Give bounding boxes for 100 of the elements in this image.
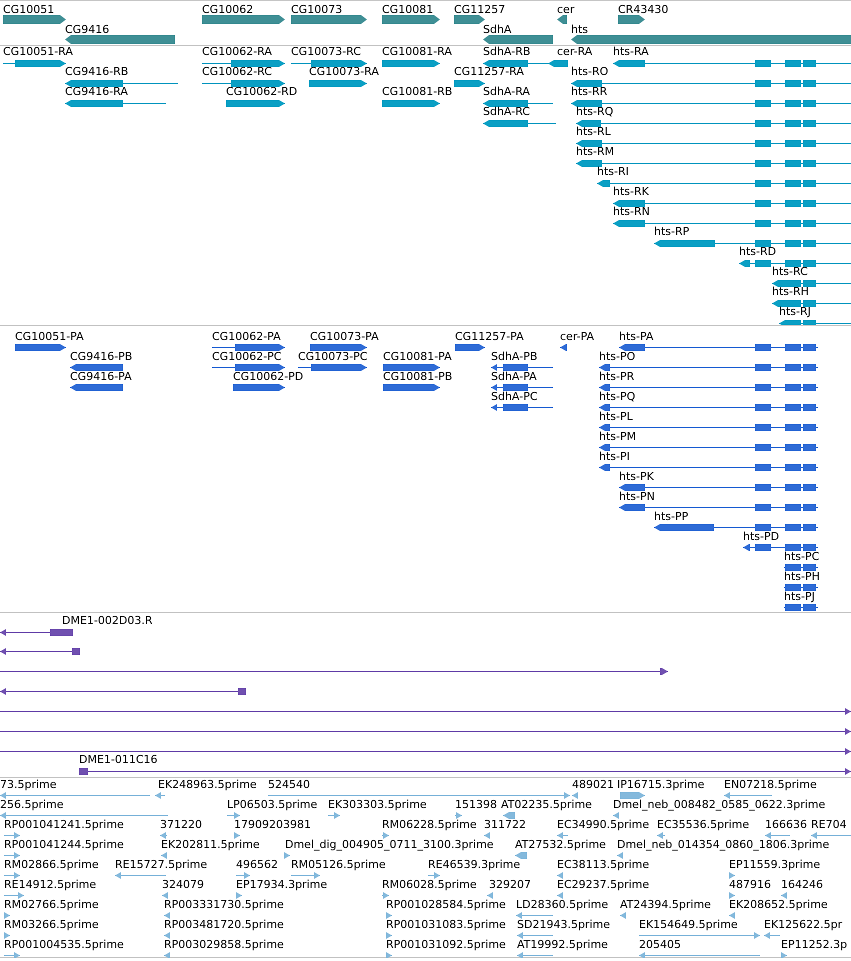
- feature-label: RP001041241.5prime: [4, 819, 124, 830]
- feature-label: Dmel_neb_014354_0860_1806.3prime: [617, 839, 830, 850]
- feature-label: IP16715.3prime: [617, 779, 704, 790]
- feature-label: EK208652.5prime: [729, 899, 828, 910]
- feature-label: CG10062-RD: [226, 86, 298, 97]
- feature-label: hts-PI: [599, 451, 630, 462]
- feature-label: hts-RA: [613, 46, 649, 57]
- feature-label: 17909203981: [234, 819, 311, 830]
- feature-label: CG10062-RA: [202, 46, 272, 57]
- feature-label: RM03266.5prime: [4, 919, 99, 930]
- feature-label: hts-PD: [743, 531, 780, 542]
- feature-label: EP17934.3prime: [236, 879, 328, 890]
- feature-label: hts-PP: [654, 511, 688, 522]
- feature-label: CG10062: [202, 4, 254, 15]
- feature-label: 489021: [572, 779, 614, 790]
- feature-label: CG10062-RC: [202, 66, 272, 77]
- feature-label: cer-PA: [560, 331, 594, 342]
- feature-label: 311722: [484, 819, 526, 830]
- feature-label: CG10073-PC: [298, 351, 368, 362]
- feature-label: EK154649.5prime: [639, 919, 738, 930]
- feature-label: SdhA-RC: [483, 106, 530, 117]
- feature-label: hts-PK: [619, 471, 654, 482]
- feature-label: 371220: [160, 819, 202, 830]
- feature-label: CG10051-RA: [3, 46, 73, 57]
- feature-label: CG11257-RA: [454, 66, 524, 77]
- feature-label: RP003331730.5prime: [164, 899, 284, 910]
- feature-label: 166636: [765, 819, 807, 830]
- feature-label: CG10062-PC: [212, 351, 282, 362]
- feature-label: SdhA-PA: [491, 371, 537, 382]
- feature-label: CG10051: [3, 4, 54, 15]
- feature-label: SD21943.5prime: [517, 919, 610, 930]
- feature-label: AT27532.5prime: [515, 839, 606, 850]
- feature-label: SdhA-RA: [483, 86, 530, 97]
- feature-label: CG10073-RC: [291, 46, 361, 57]
- feature-label: CG10062-PA: [212, 331, 281, 342]
- feature-label: DME1-002D03.R: [62, 615, 152, 626]
- feature-label: RE14912.5prime: [4, 879, 96, 890]
- feature-label: cer-RA: [557, 46, 592, 57]
- feature-label: LP06503.5prime: [227, 799, 318, 810]
- feature-label: AT19992.5prime: [517, 939, 608, 950]
- feature-label: hts: [571, 24, 588, 35]
- feature-label: SdhA-PC: [491, 391, 538, 402]
- feature-label: hts-PJ: [784, 591, 815, 602]
- feature-label: CG9416-PB: [70, 351, 132, 362]
- feature-label: RP001028584.5prime: [386, 899, 506, 910]
- feature-label: RP003481720.5prime: [164, 919, 284, 930]
- feature-label: RP001041244.5prime: [4, 839, 124, 850]
- feature-label: hts-RC: [772, 266, 808, 277]
- feature-label: CG10081-RB: [382, 86, 452, 97]
- feature-label: 73.5prime: [0, 779, 57, 790]
- feature-label: CG10081-RA: [382, 46, 452, 57]
- feature-label: hts-PR: [599, 371, 634, 382]
- feature-label: EK125622.5pr: [764, 919, 842, 930]
- feature-label: 205405: [639, 939, 681, 950]
- feature-label: hts-RO: [571, 66, 608, 77]
- feature-label: AT02235.5prime: [501, 799, 592, 810]
- feature-label: RM06028.5prime: [382, 879, 477, 890]
- feature-label: hts-RP: [654, 226, 690, 237]
- feature-label: Dmel_neb_008482_0585_0622.3prime: [613, 799, 826, 810]
- feature-label: EK202811.5prime: [161, 839, 260, 850]
- feature-label: cer: [557, 4, 574, 15]
- feature-label: CG10051-PA: [15, 331, 84, 342]
- feature-label: CG10073-PA: [310, 331, 379, 342]
- feature-label: hts-PO: [599, 351, 636, 362]
- feature-label: hts-PH: [784, 571, 820, 582]
- feature-label: RE46539.3prime: [428, 859, 520, 870]
- feature-label: EN07218.5prime: [724, 779, 817, 790]
- feature-label: 256.5prime: [0, 799, 64, 810]
- feature-label: Dmel_dig_004905_0711_3100.3prime: [285, 839, 494, 850]
- feature-label: RM05126.5prime: [291, 859, 386, 870]
- feature-label: hts-RH: [772, 286, 809, 297]
- feature-label: 524540: [268, 779, 310, 790]
- feature-label: 324079: [162, 879, 204, 890]
- feature-label: SdhA-PB: [491, 351, 538, 362]
- feature-label: CG11257-PA: [455, 331, 524, 342]
- feature-label: hts-RQ: [576, 106, 614, 117]
- feature-label: EC29237.5prime: [557, 879, 650, 890]
- feature-label: hts-RR: [571, 86, 608, 97]
- feature-label: CG10081-PB: [383, 371, 452, 382]
- feature-label: hts-RJ: [779, 306, 811, 317]
- feature-label: RE15727.5prime: [115, 859, 208, 870]
- feature-label: hts-PL: [599, 411, 633, 422]
- feature-label: hts-RI: [597, 166, 629, 177]
- feature-label: CG10081-PA: [383, 351, 452, 362]
- feature-label: EP11559.3prime: [729, 859, 820, 870]
- feature-label: AT24394.5prime: [620, 899, 711, 910]
- feature-label: RM02766.5prime: [4, 899, 99, 910]
- feature-label: CG9416-PA: [70, 371, 132, 382]
- feature-label: hts-RM: [576, 146, 614, 157]
- feature-label: 496562: [236, 859, 278, 870]
- feature-label: hts-RN: [613, 206, 650, 217]
- feature-label: EP11252.3p: [781, 939, 848, 950]
- feature-label: RP003029858.5prime: [164, 939, 284, 950]
- feature-label: hts-RL: [576, 126, 611, 137]
- feature-label: CG9416: [65, 24, 110, 35]
- feature-label: 487916: [729, 879, 771, 890]
- feature-label: SdhA: [483, 24, 512, 35]
- feature-label: CG10081: [382, 4, 434, 15]
- feature-label: hts-PM: [599, 431, 636, 442]
- feature-label: DME1-011C16: [79, 754, 158, 765]
